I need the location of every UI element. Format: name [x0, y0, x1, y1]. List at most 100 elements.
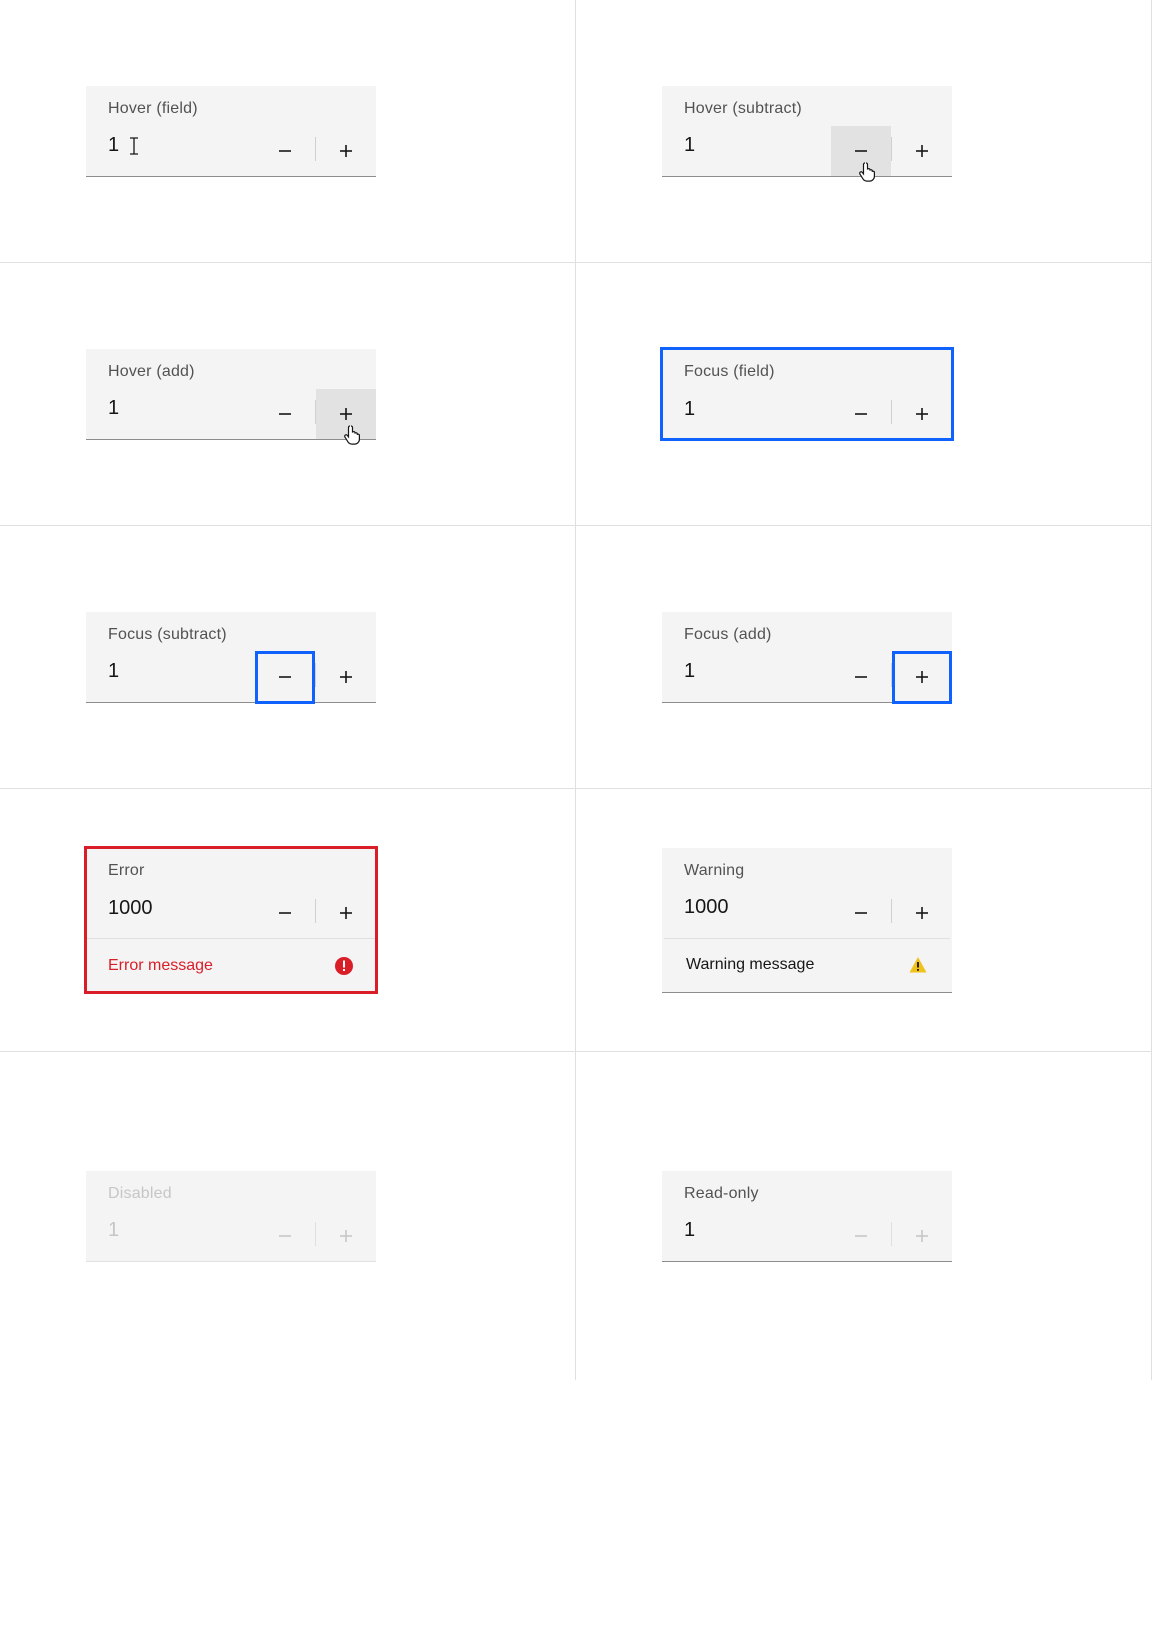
plus-icon	[336, 667, 356, 687]
plus-icon	[912, 1226, 932, 1246]
stepper-focus-field: Focus (field) 1	[662, 349, 952, 439]
stepper-buttons	[255, 652, 376, 702]
stepper-row: 1	[86, 126, 376, 176]
stepper-buttons	[255, 126, 376, 176]
stepper-input[interactable]: 1	[662, 134, 831, 167]
stepper-focus-add: Focus (add) 1	[662, 612, 952, 703]
decrement-button[interactable]	[255, 126, 315, 176]
stepper-disabled: Disabled 1	[86, 1171, 376, 1262]
cell-error: Error 1000 Error message	[0, 789, 576, 1052]
stepper-input[interactable]: 1	[662, 398, 831, 431]
error-filled-icon	[334, 956, 354, 976]
stepper-label: Focus (subtract)	[86, 612, 376, 652]
warning-message-text: Warning message	[686, 956, 814, 974]
stepper-row: 1	[86, 652, 376, 702]
error-message-row: Error message	[86, 938, 376, 992]
minus-icon	[851, 903, 871, 923]
stepper-hover-add: Hover (add) 1	[86, 349, 376, 440]
increment-button[interactable]	[892, 888, 952, 938]
stepper-value-text: 1	[684, 134, 695, 157]
stepper-row: 1	[662, 126, 952, 176]
plus-icon	[912, 903, 932, 923]
warning-filled-icon	[908, 955, 928, 975]
decrement-button[interactable]	[831, 126, 891, 176]
stepper-input[interactable]: 1	[86, 660, 255, 693]
stepper-input: 1	[86, 1219, 255, 1252]
error-message-text: Error message	[108, 957, 213, 975]
text-cursor-icon	[127, 136, 141, 156]
stepper-input: 1	[662, 1219, 831, 1252]
stepper-row: 1	[662, 652, 952, 702]
stepper-buttons	[831, 389, 952, 439]
number-stepper-states-grid: Hover (field) 1 Hover	[0, 0, 1152, 1380]
plus-icon	[912, 667, 932, 687]
increment-button[interactable]	[892, 126, 952, 176]
minus-icon	[851, 1226, 871, 1246]
stepper-value-text: 1	[108, 134, 119, 157]
stepper-label: Error	[86, 848, 376, 888]
stepper-error: Error 1000 Error message	[86, 848, 376, 992]
decrement-button[interactable]	[831, 888, 891, 938]
decrement-button[interactable]	[255, 888, 315, 938]
cell-hover-subtract: Hover (subtract) 1	[576, 0, 1152, 263]
stepper-label: Warning	[662, 848, 952, 888]
stepper-value-text: 1	[684, 1219, 695, 1242]
hand-pointer-icon	[857, 160, 879, 182]
stepper-hover-field: Hover (field) 1	[86, 86, 376, 177]
decrement-button[interactable]	[831, 652, 891, 702]
stepper-input[interactable]: 1	[662, 660, 831, 693]
stepper-input[interactable]: 1000	[662, 896, 831, 929]
increment-button[interactable]	[316, 126, 376, 176]
plus-icon	[336, 903, 356, 923]
increment-button[interactable]	[892, 389, 952, 439]
stepper-label: Focus (add)	[662, 612, 952, 652]
warning-message-row: Warning message	[664, 938, 950, 992]
stepper-buttons	[831, 652, 952, 702]
stepper-value-text: 1000	[108, 897, 153, 920]
cell-readonly: Read-only 1	[576, 1052, 1152, 1380]
stepper-value-text: 1	[684, 660, 695, 683]
stepper-row: 1000	[86, 888, 376, 938]
stepper-buttons	[831, 1211, 952, 1261]
increment-button	[316, 1211, 376, 1261]
increment-button[interactable]	[316, 888, 376, 938]
stepper-hover-subtract: Hover (subtract) 1	[662, 86, 952, 177]
minus-icon	[275, 404, 295, 424]
minus-icon	[275, 903, 295, 923]
decrement-button[interactable]	[255, 389, 315, 439]
decrement-button[interactable]	[255, 652, 315, 702]
stepper-buttons	[831, 126, 952, 176]
stepper-row: 1	[662, 1211, 952, 1261]
stepper-buttons	[831, 888, 952, 938]
minus-icon	[851, 667, 871, 687]
stepper-value-text: 1	[108, 1219, 119, 1242]
stepper-focus-subtract: Focus (subtract) 1	[86, 612, 376, 703]
plus-icon	[336, 141, 356, 161]
increment-button[interactable]	[316, 652, 376, 702]
stepper-warning: Warning 1000 Warning message	[662, 848, 952, 993]
cell-hover-add: Hover (add) 1	[0, 263, 576, 526]
stepper-buttons	[255, 888, 376, 938]
stepper-value-text: 1	[684, 398, 695, 421]
cell-disabled: Disabled 1	[0, 1052, 576, 1380]
stepper-input[interactable]: 1	[86, 134, 255, 167]
increment-button[interactable]	[316, 389, 376, 439]
stepper-row: 1	[86, 389, 376, 439]
cell-warning: Warning 1000 Warning message	[576, 789, 1152, 1052]
stepper-row: 1	[662, 389, 952, 439]
stepper-value-text: 1	[108, 397, 119, 420]
increment-button[interactable]	[892, 652, 952, 702]
plus-icon	[336, 1226, 356, 1246]
cell-focus-field: Focus (field) 1	[576, 263, 1152, 526]
stepper-input[interactable]: 1000	[86, 897, 255, 930]
cell-focus-subtract: Focus (subtract) 1	[0, 526, 576, 789]
minus-icon	[275, 667, 295, 687]
plus-icon	[912, 141, 932, 161]
stepper-input[interactable]: 1	[86, 397, 255, 430]
stepper-label: Hover (subtract)	[662, 86, 952, 126]
stepper-label: Read-only	[662, 1171, 952, 1211]
stepper-label: Focus (field)	[662, 349, 952, 389]
cell-focus-add: Focus (add) 1	[576, 526, 1152, 789]
decrement-button[interactable]	[831, 389, 891, 439]
stepper-buttons	[255, 1211, 376, 1261]
